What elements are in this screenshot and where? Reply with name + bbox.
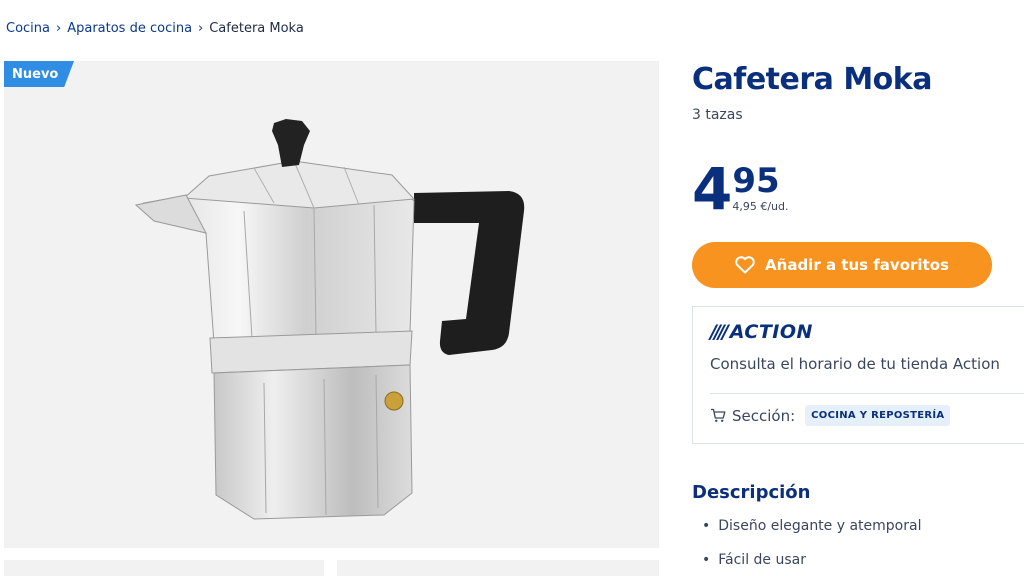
product-price: 4 95 4,95 €/ud. [692, 160, 789, 218]
chevron-right-icon: › [56, 21, 62, 36]
section-tag[interactable]: COCINA Y REPOSTERÍA [805, 405, 951, 426]
product-title: Cafetera Moka [692, 62, 933, 97]
price-integer: 4 [692, 155, 732, 223]
divider [710, 393, 1024, 394]
breadcrumb: Cocina › Aparatos de cocina › Cafetera M… [6, 21, 304, 36]
list-item: • Diseño elegante y atemporal [702, 518, 922, 534]
breadcrumb-item-current: Cafetera Moka [209, 21, 304, 36]
action-logo: ////ACTION [710, 321, 813, 343]
product-thumbnail[interactable] [337, 560, 659, 576]
product-image [134, 119, 525, 520]
cart-icon [711, 408, 726, 422]
store-section-row: Sección: COCINA Y REPOSTERÍA [710, 405, 951, 426]
chevron-right-icon: › [198, 21, 204, 36]
store-card: ////ACTION Consulta el horario de tu tie… [692, 306, 1024, 444]
product-gallery-main[interactable]: Nuevo [4, 61, 659, 548]
product-info-panel: Cafetera Moka 3 tazas 4 95 4,95 €/ud. Añ… [692, 62, 1024, 568]
section-label: Sección: [732, 406, 796, 425]
unit-price: 4,95 €/ud. [732, 200, 789, 213]
bullet-icon: • [702, 518, 711, 534]
store-hours-link[interactable]: Consulta el horario de tu tienda Action [710, 355, 1000, 373]
add-to-favorites-label: Añadir a tus favoritos [765, 256, 949, 274]
breadcrumb-item-cocina[interactable]: Cocina [6, 21, 50, 36]
breadcrumb-item-aparatos[interactable]: Aparatos de cocina [67, 21, 192, 36]
product-thumbnail[interactable] [4, 560, 324, 576]
new-badge: Nuevo [4, 61, 74, 87]
add-to-favorites-button[interactable]: Añadir a tus favoritos [692, 242, 992, 288]
description-title: Descripción [692, 482, 811, 503]
price-decimals: 95 [732, 161, 780, 201]
product-subtitle: 3 tazas [692, 107, 743, 123]
heart-icon [735, 256, 755, 274]
description-list: • Diseño elegante y atemporal • Fácil de u… [702, 518, 921, 576]
bullet-icon: • [702, 552, 711, 568]
list-item: • Fácil de usar [702, 552, 806, 568]
